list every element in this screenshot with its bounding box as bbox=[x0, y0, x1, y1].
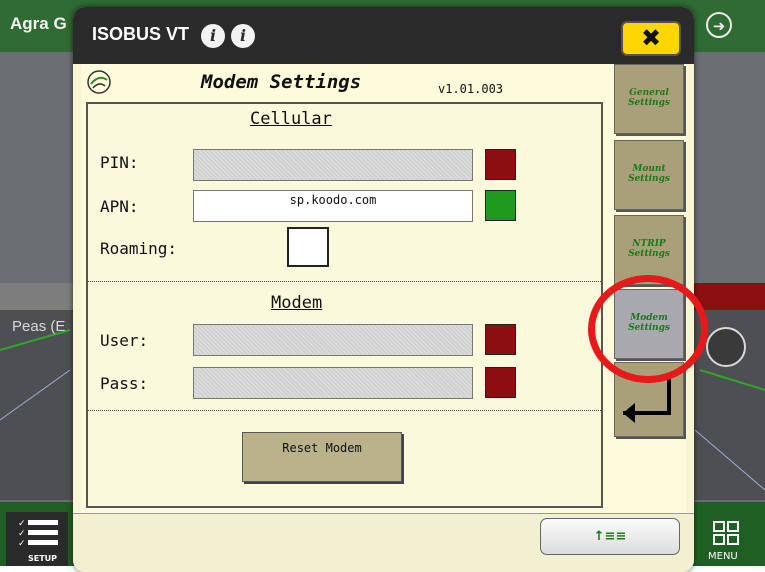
screen-title: Modem Settings bbox=[201, 71, 362, 93]
pin-label: PIN: bbox=[100, 153, 139, 172]
info-icon[interactable]: i bbox=[201, 24, 225, 48]
apn-status-indicator bbox=[485, 190, 516, 221]
close-x-icon: ✖ bbox=[640, 24, 662, 52]
background-field-label: Peas (E bbox=[12, 318, 66, 335]
svg-text:✓: ✓ bbox=[18, 529, 26, 539]
menu-label: MENU bbox=[708, 551, 738, 562]
svg-text:✓: ✓ bbox=[18, 539, 26, 549]
user-status-indicator bbox=[485, 324, 516, 355]
ntrip-settings-label-1: NTRIP bbox=[632, 239, 666, 250]
user-label: User: bbox=[100, 331, 149, 350]
apn-field[interactable]: sp.koodo.com bbox=[193, 190, 473, 222]
roaming-checkbox[interactable] bbox=[287, 227, 329, 267]
section-divider-2 bbox=[88, 410, 601, 411]
svg-text:✓: ✓ bbox=[18, 519, 26, 529]
setup-list-icon: ✓ ✓ ✓ bbox=[18, 519, 58, 549]
reset-modem-button[interactable]: Reset Modem bbox=[242, 432, 402, 482]
general-settings-label-1: General bbox=[629, 88, 669, 99]
menu-grid-icon bbox=[713, 521, 739, 545]
setup-label: SETUP bbox=[28, 554, 58, 563]
pass-field[interactable] bbox=[193, 367, 473, 399]
apn-label: APN: bbox=[100, 197, 139, 216]
softkey-toggle-button[interactable]: ↑≡≡ bbox=[540, 518, 680, 555]
dialog-title: ISOBUS VT bbox=[92, 24, 190, 44]
close-button[interactable]: ✖ bbox=[621, 21, 681, 56]
background-title: Agra G bbox=[10, 14, 67, 33]
user-field[interactable] bbox=[193, 324, 473, 356]
general-settings-button[interactable]: General Settings bbox=[614, 64, 684, 134]
info-alt-icon[interactable]: i bbox=[231, 24, 255, 48]
settings-panel: Cellular PIN: APN: sp.koodo.com Roaming:… bbox=[86, 102, 603, 508]
pass-status-indicator bbox=[485, 367, 516, 398]
route-split-icon[interactable] bbox=[706, 327, 746, 367]
version-label: v1.01.003 bbox=[438, 82, 504, 96]
section-divider bbox=[88, 281, 601, 282]
pass-label: Pass: bbox=[100, 374, 149, 393]
mount-settings-button[interactable]: Mount Settings bbox=[614, 140, 684, 210]
highlight-ring bbox=[588, 275, 708, 383]
isobus-vt-dialog: ISOBUS VT i i ✖ Modem Settings v1.01.003… bbox=[73, 7, 694, 572]
modem-heading: Modem bbox=[271, 293, 323, 313]
roaming-label: Roaming: bbox=[100, 239, 178, 258]
mount-settings-label-1: Mount bbox=[632, 164, 666, 175]
pin-status-indicator bbox=[485, 149, 516, 180]
cellular-heading: Cellular bbox=[250, 109, 332, 129]
ntrip-settings-label-2: Settings bbox=[628, 249, 670, 259]
general-settings-label-2: Settings bbox=[628, 98, 670, 108]
arrow-right-circle-icon[interactable]: ➜ bbox=[706, 12, 732, 38]
mount-settings-label-2: Settings bbox=[628, 174, 670, 184]
device-logo-icon bbox=[87, 70, 111, 94]
pin-field[interactable] bbox=[193, 149, 473, 181]
